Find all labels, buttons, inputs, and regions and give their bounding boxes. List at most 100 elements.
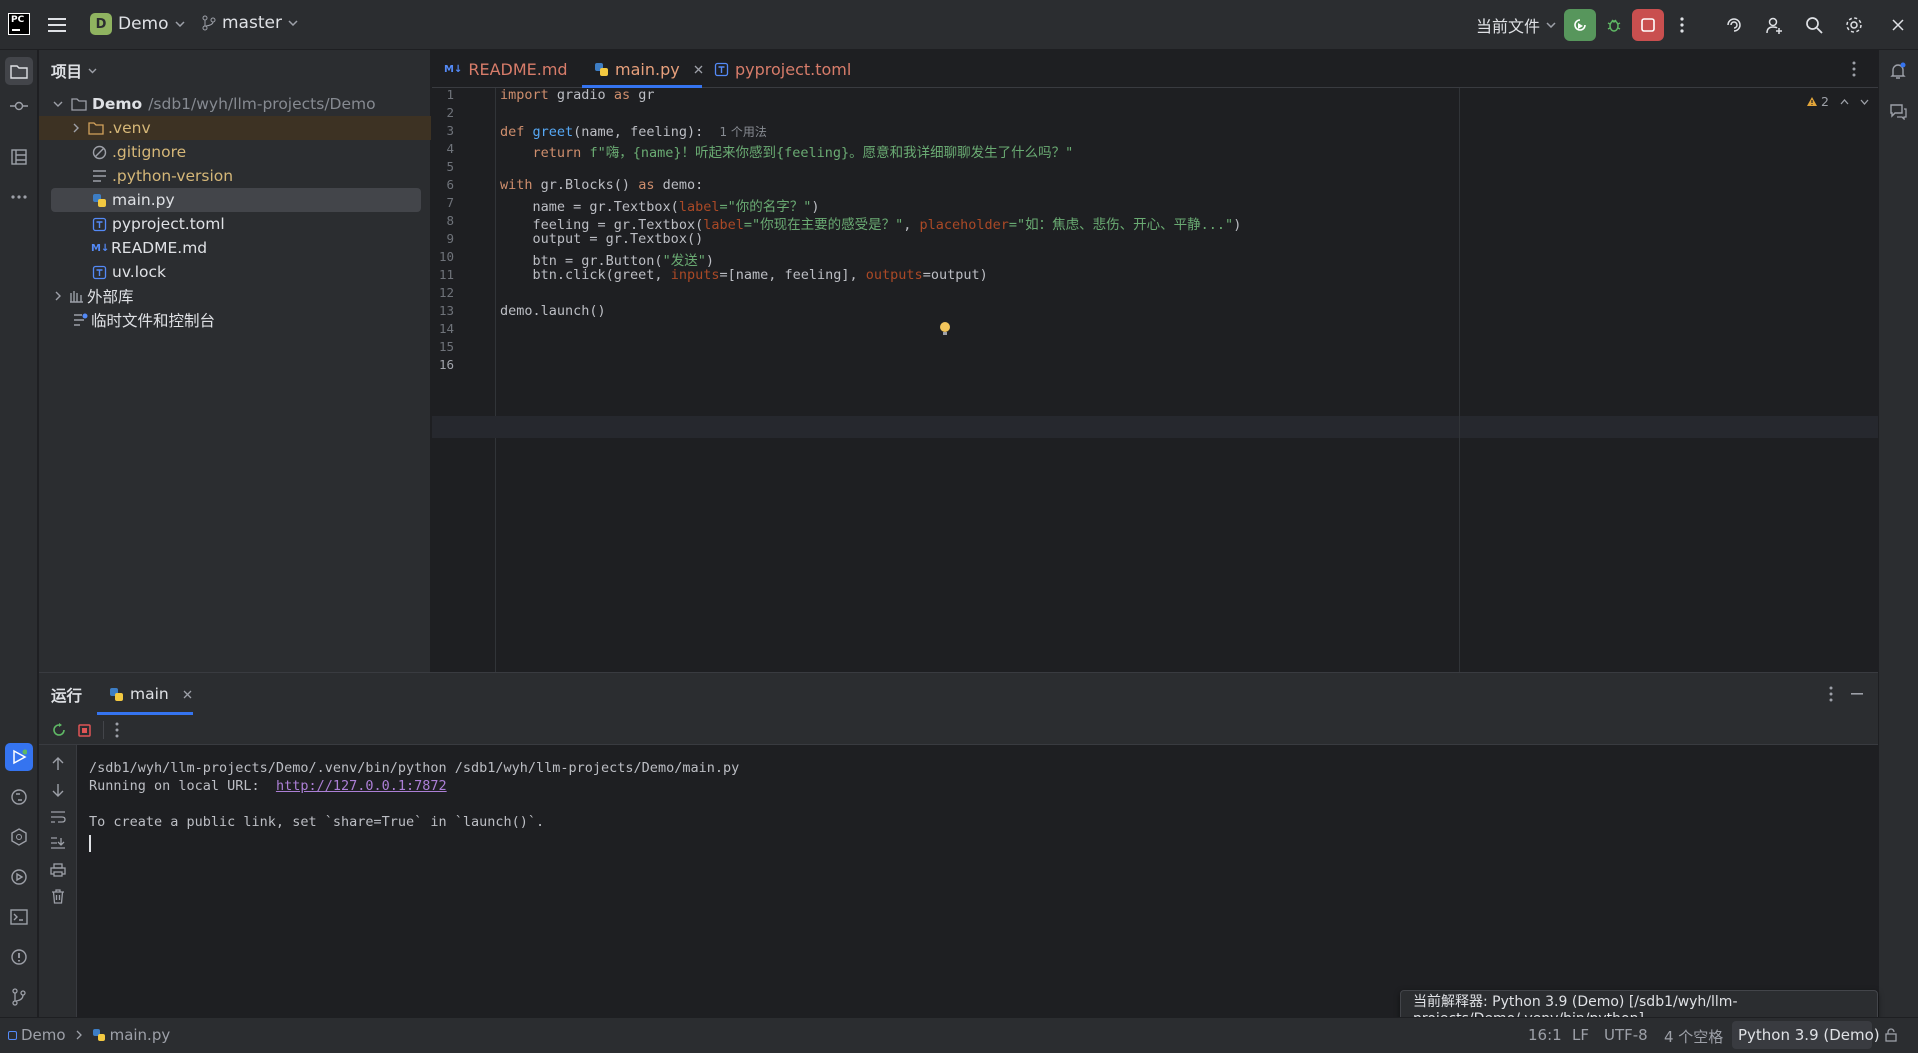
line-number: 1 <box>446 87 454 102</box>
clear-console-trash-icon[interactable] <box>51 889 65 904</box>
inspection-widget[interactable]: 2 <box>1806 94 1869 109</box>
main-menu-icon[interactable] <box>41 9 73 41</box>
terminal-icon[interactable] <box>5 903 33 931</box>
line-number: 4 <box>446 141 454 156</box>
tree-item-venv[interactable]: .venv <box>39 116 431 140</box>
tab-main-py[interactable]: main.py <box>592 50 703 88</box>
code-editor[interactable]: 2 import gradio as gr def greet(name, fe… <box>432 87 1878 672</box>
tree-item-uv-lock[interactable]: uv.lock <box>39 260 431 284</box>
breadcrumb-file[interactable]: main.py <box>110 1026 171 1044</box>
status-bar: Demo main.py 16:1 LF UTF-8 4 个空格 Python … <box>0 1017 1918 1053</box>
tree-item-pyproject[interactable]: pyproject.toml <box>39 212 431 236</box>
line-number: 7 <box>446 195 454 210</box>
run-toolbar-more-icon[interactable] <box>115 722 119 738</box>
more-actions-icon[interactable] <box>1666 9 1698 41</box>
chevron-right-icon <box>55 291 61 301</box>
arrow-up-icon[interactable] <box>52 757 64 771</box>
project-panel-header[interactable]: 项目 <box>51 58 97 84</box>
code-line-8: feeling = gr.Textbox(label="你现在主要的感受是？",… <box>532 217 1242 233</box>
rerun-button[interactable] <box>1564 9 1596 41</box>
tab-pyproject[interactable]: pyproject.toml <box>714 50 851 88</box>
line-gutter <box>432 88 496 672</box>
indent-setting[interactable]: 4 个空格 <box>1664 1026 1723 1047</box>
tree-root-demo[interactable]: Demo /sdb1/wyh/llm-projects/Demo <box>39 92 431 116</box>
stop-button[interactable] <box>1632 9 1664 41</box>
chevron-up-icon[interactable] <box>1840 98 1849 105</box>
code-line-7: name = gr.Textbox(label="你的名字？") <box>532 199 820 215</box>
run-config-selector[interactable]: 当前文件 <box>1476 13 1556 37</box>
line-separator[interactable]: LF <box>1572 1026 1589 1044</box>
branch-switcher[interactable]: master <box>202 13 298 33</box>
line-number: 9 <box>446 231 454 246</box>
run-tool-icon[interactable] <box>5 743 33 771</box>
tree-item-readme[interactable]: M↓ README.md <box>39 236 431 260</box>
close-tab-icon[interactable] <box>183 690 192 699</box>
console-caret[interactable] <box>89 835 91 852</box>
line-number: 10 <box>438 249 454 264</box>
read-only-lock-icon[interactable] <box>1884 1028 1898 1042</box>
console-running-line: Running on local URL: http://127.0.0.1:7… <box>89 778 447 794</box>
chevron-down-icon[interactable] <box>1860 99 1869 105</box>
services-icon[interactable] <box>5 823 33 851</box>
file-encoding[interactable]: UTF-8 <box>1604 1026 1648 1044</box>
search-icon[interactable] <box>1798 9 1830 41</box>
more-tools-icon[interactable] <box>5 183 33 211</box>
structure-tool-icon[interactable] <box>5 143 33 171</box>
tree-item-external-libs[interactable]: 外部库 <box>39 284 431 308</box>
minimize-panel-icon[interactable] <box>1851 693 1863 695</box>
ai-chat-icon[interactable] <box>1884 97 1912 125</box>
folder-icon <box>88 121 104 135</box>
breadcrumb-project[interactable]: Demo <box>21 1026 66 1044</box>
run-tab-main[interactable]: main <box>97 673 204 715</box>
rerun-small-icon[interactable] <box>51 722 67 738</box>
add-user-icon[interactable] <box>1758 9 1790 41</box>
git-tool-icon[interactable] <box>5 983 33 1011</box>
run-panel-options-icon[interactable] <box>1829 686 1833 702</box>
close-tab-icon[interactable] <box>694 65 703 74</box>
tree-item-gitignore[interactable]: .gitignore <box>39 140 431 164</box>
usage-hint: 1 个用法 <box>719 125 767 139</box>
commit-tool-icon[interactable] <box>5 92 33 120</box>
python-file-icon <box>92 1029 105 1041</box>
line-number: 11 <box>438 267 454 282</box>
project-tool-folder-icon[interactable] <box>5 57 33 85</box>
project-switcher[interactable]: D Demo <box>90 13 185 35</box>
tabs-more-icon[interactable] <box>1852 61 1856 77</box>
tree-item-label: .gitignore <box>112 143 187 161</box>
tree-item-python-version[interactable]: .python-version <box>39 164 431 188</box>
local-url-link[interactable]: http://127.0.0.1:7872 <box>276 778 447 794</box>
git-branch-icon <box>202 15 216 31</box>
ai-assistant-icon[interactable] <box>1718 9 1750 41</box>
python-packages-icon[interactable] <box>5 783 33 811</box>
debug-tool-icon[interactable] <box>5 863 33 891</box>
intention-bulb-icon[interactable] <box>939 321 951 337</box>
left-tool-stripe <box>0 50 38 1017</box>
tree-item-scratches[interactable]: 临时文件和控制台 <box>39 308 431 332</box>
tree-item-main-py[interactable]: main.py <box>51 188 421 212</box>
pycharm-logo-icon[interactable]: PC <box>8 13 30 35</box>
tab-readme[interactable]: M↓ README.md <box>444 50 568 88</box>
console-command-line: /sdb1/wyh/llm-projects/Demo/.venv/bin/py… <box>89 760 740 776</box>
run-panel-header: 运行 main <box>39 673 1878 715</box>
right-margin-guide <box>1459 88 1460 672</box>
ignore-file-icon <box>92 145 107 159</box>
notifications-bell-icon[interactable] <box>1884 57 1912 85</box>
interpreter-selector[interactable]: Python 3.9 (Demo) <box>1738 1026 1880 1044</box>
markdown-file-icon: M↓ <box>444 63 463 75</box>
chevron-down-icon <box>288 20 298 26</box>
settings-gear-icon[interactable] <box>1838 9 1870 41</box>
chevron-down-icon <box>174 21 185 27</box>
close-window-icon[interactable] <box>1882 9 1914 41</box>
caret-position[interactable]: 16:1 <box>1528 1026 1562 1044</box>
print-icon[interactable] <box>50 863 66 877</box>
code-line-6: with gr.Blocks() as demo: <box>500 177 704 193</box>
problems-icon[interactable] <box>5 943 33 971</box>
arrow-down-icon[interactable] <box>52 783 64 797</box>
debug-button[interactable] <box>1598 9 1630 41</box>
line-number: 3 <box>446 123 454 138</box>
soft-wrap-icon[interactable] <box>50 811 66 823</box>
line-number: 16 <box>438 357 454 372</box>
tree-item-label: 外部库 <box>87 288 134 306</box>
stop-small-icon[interactable] <box>78 724 91 737</box>
scroll-to-end-icon[interactable] <box>50 837 66 851</box>
